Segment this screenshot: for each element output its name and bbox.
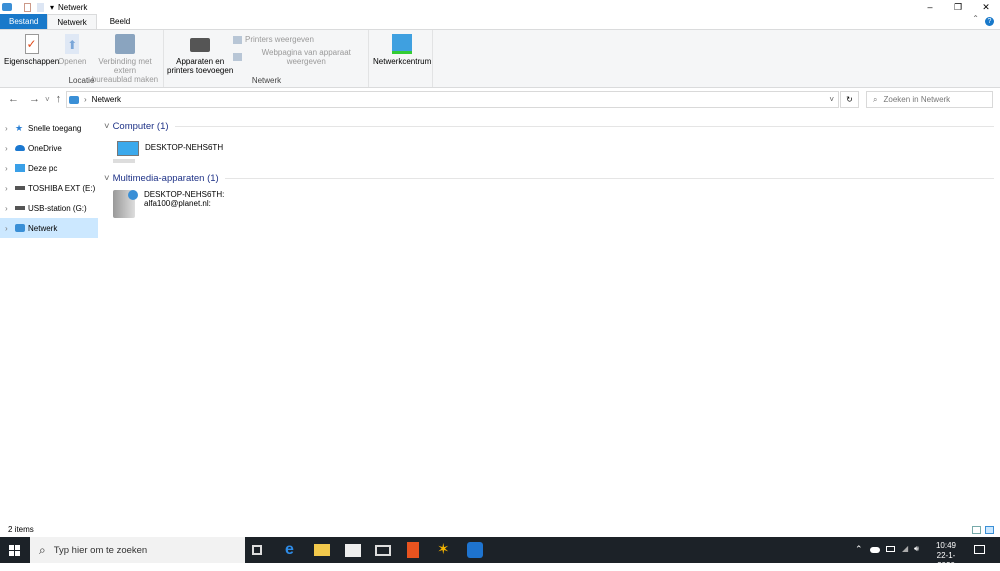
nav-netwerk[interactable]: › Netwerk <box>0 218 98 238</box>
search-icon: ⌕ <box>39 542 46 557</box>
item-subtitle: alfa100@planet.nl: <box>144 199 211 208</box>
monitor-icon <box>15 164 25 172</box>
large-icons-view-button[interactable] <box>985 526 994 534</box>
quick-access-dropdown[interactable]: ▾ <box>50 3 54 12</box>
computer-icon <box>113 140 141 164</box>
clock[interactable]: 10:49 22-1-2020 <box>928 541 964 571</box>
mail-icon[interactable] <box>375 545 391 556</box>
nav-onedrive[interactable]: › OneDrive <box>0 138 98 158</box>
printers-weergeven-button[interactable]: Printers weergeven <box>233 35 314 44</box>
item-name: DESKTOP-NEHS6TH <box>145 143 224 152</box>
window-title: Netwerk <box>58 2 88 12</box>
outlook-icon[interactable] <box>467 542 483 558</box>
drive-icon <box>15 206 25 210</box>
eigenschappen-button[interactable]: ✓ Eigenschappen <box>4 34 59 66</box>
list-item[interactable]: DESKTOP-NEHS6TH <box>113 140 223 164</box>
battery-icon[interactable] <box>886 546 895 552</box>
chevron-right-icon[interactable]: › <box>5 224 15 233</box>
taskbar-search[interactable]: ⌕ Typ hier om te zoeken <box>30 537 245 563</box>
tab-bestand[interactable]: Bestand <box>0 14 48 29</box>
onedrive-tray-icon[interactable] <box>870 547 880 553</box>
volume-icon[interactable]: 🔊︎ <box>914 544 919 554</box>
app-icon[interactable]: ✶ <box>437 542 453 558</box>
up-button[interactable]: ↑ <box>56 93 62 105</box>
ribbon-tabs: Bestand Netwerk Beeld ⌃ ? <box>0 14 1000 29</box>
chevron-right-icon[interactable]: › <box>5 144 15 153</box>
drive-icon <box>15 186 25 190</box>
group-locatie: ✓ Eigenschappen ⬆ Openen Verbinding met … <box>0 30 164 87</box>
add-devices-button[interactable]: Apparaten en printers toevoegen <box>167 34 233 75</box>
chevron-right-icon[interactable]: › <box>5 204 15 213</box>
address-dropdown[interactable]: ˅ <box>829 95 834 104</box>
netwerkcentrum-button[interactable]: Netwerkcentrum <box>373 34 431 66</box>
expand-ribbon-icon[interactable]: ⌃ <box>972 14 979 29</box>
search-placeholder: Zoeken in Netwerk <box>883 95 951 104</box>
group-label: Netwerk <box>251 76 282 85</box>
nav-usb-station[interactable]: › USB-station (G:) <box>0 198 98 218</box>
edge-icon[interactable]: e <box>285 542 301 558</box>
back-button[interactable]: ← <box>8 93 19 105</box>
new-folder-quick-icon[interactable] <box>37 2 44 12</box>
chevron-down-icon[interactable]: ˅ <box>104 121 110 132</box>
network-icon <box>69 95 79 104</box>
wifi-icon[interactable]: ◢ <box>902 544 908 553</box>
open-icon: ⬆ <box>65 34 80 54</box>
search-box[interactable]: ⌕ Zoeken in Netwerk <box>866 91 993 108</box>
show-hidden-icons[interactable]: ⌃ <box>855 544 863 555</box>
maximize-button[interactable]: ❐ <box>944 0 972 14</box>
printers-icon <box>233 35 242 44</box>
task-view-icon[interactable] <box>252 545 262 555</box>
office-icon[interactable] <box>407 542 419 558</box>
refresh-icon: ↻ <box>846 95 853 104</box>
minimize-button[interactable]: – <box>916 0 944 14</box>
nav-deze-pc[interactable]: › Deze pc <box>0 158 98 178</box>
start-button[interactable] <box>9 545 20 556</box>
address-path: Netwerk <box>91 95 122 104</box>
group-header-multimedia[interactable]: ˅ Multimedia-apparaten (1) <box>104 173 994 184</box>
details-view-button[interactable] <box>972 526 981 534</box>
tab-beeld[interactable]: Beeld <box>101 14 139 29</box>
webpagina-button[interactable]: Webpagina van apparaat weergeven <box>233 48 368 66</box>
address-bar[interactable]: › Netwerk ˅ <box>66 91 839 108</box>
media-device-icon <box>113 190 138 218</box>
list-item[interactable]: DESKTOP-NEHS6TH: alfa100@planet.nl: <box>113 190 224 218</box>
nav-snelle-toegang[interactable]: › ★ Snelle toegang <box>0 118 98 138</box>
item-name: DESKTOP-NEHS6TH: <box>144 190 225 199</box>
close-button[interactable]: ✕ <box>972 0 1000 14</box>
chevron-right-icon[interactable]: › <box>5 184 15 193</box>
status-bar-count: 2 items <box>8 525 34 534</box>
navigation-pane: › ★ Snelle toegang › OneDrive › Deze pc › TOS… <box>0 118 98 518</box>
cloud-icon <box>15 145 25 151</box>
action-center-icon[interactable] <box>974 545 985 554</box>
group-netwerkcentrum: Netwerkcentrum <box>370 30 433 87</box>
network-icon <box>2 3 12 11</box>
recent-dropdown[interactable]: ˅ <box>45 95 50 104</box>
webpage-icon <box>233 53 242 61</box>
remote-desktop-icon <box>115 34 135 54</box>
chevron-right-icon[interactable]: › <box>5 164 15 173</box>
title-bar: ▾ Netwerk – ❐ ✕ <box>0 0 1000 14</box>
forward-button[interactable]: → <box>29 93 40 105</box>
refresh-button[interactable]: ↻ <box>840 91 859 108</box>
network-center-icon <box>392 34 413 54</box>
openen-button[interactable]: ⬆ Openen <box>58 34 86 66</box>
search-icon: ⌕ <box>873 94 878 104</box>
chevron-right-icon[interactable]: › <box>5 124 15 133</box>
properties-quick-icon[interactable] <box>24 2 31 12</box>
ribbon: ✓ Eigenschappen ⬆ Openen Verbinding met … <box>0 29 1000 88</box>
help-icon[interactable]: ? <box>985 17 994 26</box>
network-icon <box>15 224 25 232</box>
chevron-down-icon[interactable]: ˅ <box>104 173 110 184</box>
tab-netwerk[interactable]: Netwerk <box>47 14 97 29</box>
printer-icon <box>190 38 211 52</box>
file-explorer-icon[interactable] <box>314 544 330 556</box>
store-icon[interactable] <box>345 544 361 557</box>
star-icon: ★ <box>15 123 24 133</box>
nav-toshiba[interactable]: › TOSHIBA EXT (E:) <box>0 178 98 198</box>
group-label: Locatie <box>68 76 95 85</box>
group-netwerk: Apparaten en printers toevoegen Printers… <box>165 30 369 87</box>
taskbar: ⌕ Typ hier om te zoeken e ✶ ⌃ ◢ 🔊︎ 10:49 2… <box>0 537 1000 570</box>
properties-icon: ✓ <box>24 34 39 54</box>
group-header-computer[interactable]: ˅ Computer (1) <box>104 121 994 132</box>
